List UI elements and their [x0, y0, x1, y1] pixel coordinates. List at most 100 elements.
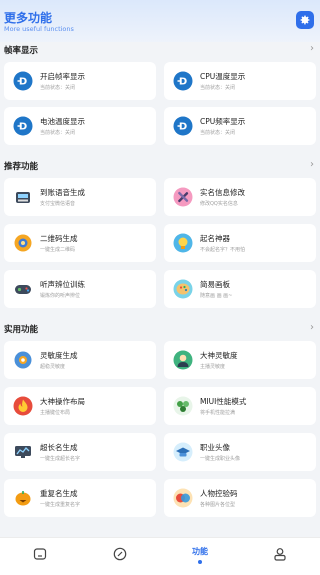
cash-register-icon	[13, 187, 33, 207]
section-arrow-fps[interactable]: ›	[310, 43, 314, 54]
compass-icon	[113, 547, 127, 561]
card-long-name[interactable]: 超长名生成 一键生成超长名字	[4, 433, 156, 471]
qrcode-gear-icon	[13, 233, 33, 253]
card-title: 听声辨位训练	[40, 280, 85, 289]
card-career-avatar[interactable]: 职业头像 一键生成职业头像	[164, 433, 316, 471]
card-desc: 超稳灵敏度	[40, 364, 66, 370]
card-desc: 不会起名字？不用怕	[200, 247, 246, 253]
tools-icon	[173, 187, 193, 207]
card-fps-display[interactable]: D 开启帧率显示 当前状态：关闭	[4, 62, 156, 100]
page-header: 更多功能 More useful functions	[0, 0, 320, 42]
gear-icon	[300, 15, 310, 25]
cards-icon	[173, 488, 193, 508]
home-icon	[33, 548, 47, 560]
nav-features-label: 功能	[192, 547, 208, 556]
card-desc: 支付宝微信语音	[40, 201, 76, 207]
section-arrow-practical[interactable]: ›	[310, 322, 314, 333]
card-title: 灵敏度生成	[40, 351, 78, 360]
svg-text:D: D	[179, 77, 187, 88]
card-miui-performance[interactable]: MIUI性能模式 将手机性能拉满	[164, 387, 316, 425]
dash-icon: D	[13, 71, 33, 91]
card-realname-edit[interactable]: 实名信息修改 修改QQ实名信息	[164, 178, 316, 216]
palette-icon	[173, 279, 193, 299]
section-title-recommend: 推荐功能	[4, 162, 39, 172]
pumpkin-icon	[13, 488, 33, 508]
card-desc: 各种图片各位型	[200, 502, 236, 508]
section-arrow-recommend[interactable]: ›	[310, 159, 314, 170]
card-title: 职业头像	[200, 443, 230, 452]
dash-icon: D	[13, 116, 33, 136]
card-pro-layout[interactable]: 大神操作布局 主播键位布局	[4, 387, 156, 425]
card-name-generator[interactable]: 起名神器 不会起名字？不用怕	[164, 224, 316, 262]
card-desc: 修改QQ实名信息	[200, 201, 238, 207]
card-title: 大神灵敏度	[200, 351, 238, 360]
card-title: 简易画板	[200, 280, 230, 289]
lightbulb-head-icon	[173, 233, 193, 253]
card-drawing-board[interactable]: 简易画板 随意画 画 画~	[164, 270, 316, 308]
card-title: 开启帧率显示	[40, 72, 85, 81]
settings-gear-icon	[13, 350, 33, 370]
card-desc: 一键生成二维码	[40, 247, 76, 253]
card-title: 二维码生成	[40, 234, 78, 243]
dash-icon: D	[173, 71, 193, 91]
nav-profile[interactable]	[240, 538, 320, 575]
page-title: 更多功能	[4, 11, 53, 25]
svg-text:D: D	[19, 77, 27, 88]
cap-icon	[173, 442, 193, 462]
card-desc: 一键生成超长名字	[40, 456, 81, 462]
card-character-code[interactable]: 人物控验码 各种图片各位型	[164, 479, 316, 517]
page-subtitle: More useful functions	[4, 25, 74, 33]
nav-home[interactable]	[0, 538, 80, 575]
nav-discover[interactable]	[80, 538, 160, 575]
card-title: 电池温度显示	[40, 117, 85, 126]
active-indicator	[198, 560, 202, 564]
card-title: 超长名生成	[40, 443, 78, 452]
section-recommend: 推荐功能 ›	[0, 158, 320, 174]
fire-icon	[13, 396, 33, 416]
card-status: 当前状态：关闭	[200, 85, 236, 91]
card-title: MIUI性能模式	[200, 397, 247, 406]
card-title: 实名信息修改	[200, 188, 245, 197]
card-status: 当前状态：关闭	[200, 130, 236, 136]
card-title: 人物控验码	[200, 489, 238, 498]
card-payment-voice[interactable]: 到账语音生成 支付宝微信语音	[4, 178, 156, 216]
card-duplicate-name[interactable]: 重复名生成 一键生成重复名字	[4, 479, 156, 517]
card-title: 起名神器	[200, 234, 230, 243]
card-title: CPU温度显示	[200, 72, 246, 81]
card-cpu-freq[interactable]: D CPU频率显示 当前状态：关闭	[164, 107, 316, 145]
section-fps: 帧率显示 ›	[0, 42, 320, 58]
card-desc: 锻炼你的听声辨位	[40, 293, 81, 299]
svg-text:D: D	[19, 122, 27, 133]
card-qrcode[interactable]: 二维码生成 一键生成二维码	[4, 224, 156, 262]
card-desc: 主播灵敏度	[200, 364, 226, 370]
section-title-practical: 实用功能	[4, 325, 39, 335]
card-title: CPU频率显示	[200, 117, 246, 126]
card-desc: 随意画 画 画~	[200, 293, 233, 299]
nav-features[interactable]: 功能	[160, 538, 240, 575]
gamepad-icon	[13, 279, 33, 299]
card-title: 重复名生成	[40, 489, 78, 498]
user-icon	[274, 548, 286, 561]
card-desc: 一键生成重复名字	[40, 502, 81, 508]
card-desc: 一键生成职业头像	[200, 456, 241, 462]
card-cpu-temp[interactable]: D CPU温度显示 当前状态：关闭	[164, 62, 316, 100]
card-desc: 主播键位布局	[40, 410, 71, 416]
section-title-fps: 帧率显示	[4, 46, 39, 56]
person-icon	[173, 350, 193, 370]
settings-button[interactable]	[296, 11, 314, 29]
leaf-icon	[173, 396, 193, 416]
svg-text:D: D	[179, 122, 187, 133]
card-sensitivity-gen[interactable]: 灵敏度生成 超稳灵敏度	[4, 341, 156, 379]
card-title: 大神操作布局	[40, 397, 85, 406]
card-sound-training[interactable]: 听声辨位训练 锻炼你的听声辨位	[4, 270, 156, 308]
monitor-chart-icon	[13, 442, 33, 462]
dash-icon: D	[173, 116, 193, 136]
section-practical: 实用功能 ›	[0, 321, 320, 337]
card-status: 当前状态：关闭	[40, 130, 76, 136]
card-battery-temp[interactable]: D 电池温度显示 当前状态：关闭	[4, 107, 156, 145]
card-status: 当前状态：关闭	[40, 85, 76, 91]
card-desc: 将手机性能拉满	[200, 410, 236, 416]
card-pro-sensitivity[interactable]: 大神灵敏度 主播灵敏度	[164, 341, 316, 379]
bottom-nav: 功能	[0, 537, 320, 575]
card-title: 到账语音生成	[40, 188, 85, 197]
